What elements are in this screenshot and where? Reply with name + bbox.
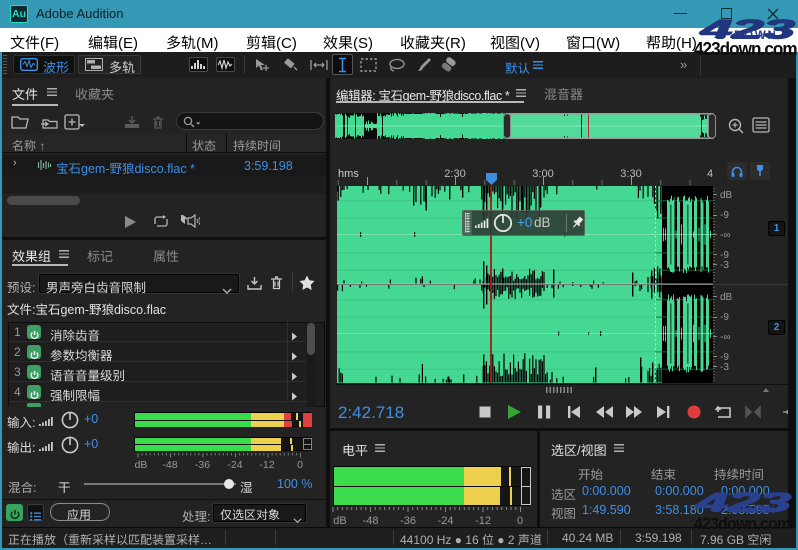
svg-text:-∞: -∞ <box>720 230 730 241</box>
svg-text:0: 0 <box>297 459 303 471</box>
svg-text:dB: dB <box>720 292 733 303</box>
svg-text:dB: dB <box>720 190 733 201</box>
svg-text:-36: -36 <box>195 459 210 471</box>
svg-text:-24: -24 <box>227 459 242 471</box>
svg-text:hms: hms <box>338 168 359 180</box>
svg-text:-9: -9 <box>720 312 729 323</box>
svg-text:dB: dB <box>333 515 346 527</box>
svg-text:-48: -48 <box>363 515 379 527</box>
svg-text:-48: -48 <box>162 459 177 471</box>
svg-text:-12: -12 <box>475 515 491 527</box>
svg-text:3:30: 3:30 <box>620 168 641 180</box>
svg-text:-3: -3 <box>720 362 729 373</box>
svg-text:-3: -3 <box>720 260 729 271</box>
svg-text:0: 0 <box>517 515 523 527</box>
svg-text:3:00: 3:00 <box>532 168 553 180</box>
svg-text:-∞: -∞ <box>720 332 730 343</box>
svg-text:2:30: 2:30 <box>444 168 465 180</box>
svg-text:dB: dB <box>135 459 148 471</box>
svg-text:-36: -36 <box>400 515 416 527</box>
svg-text:-24: -24 <box>438 515 454 527</box>
svg-text:-9: -9 <box>720 210 729 221</box>
svg-text:-12: -12 <box>259 459 274 471</box>
